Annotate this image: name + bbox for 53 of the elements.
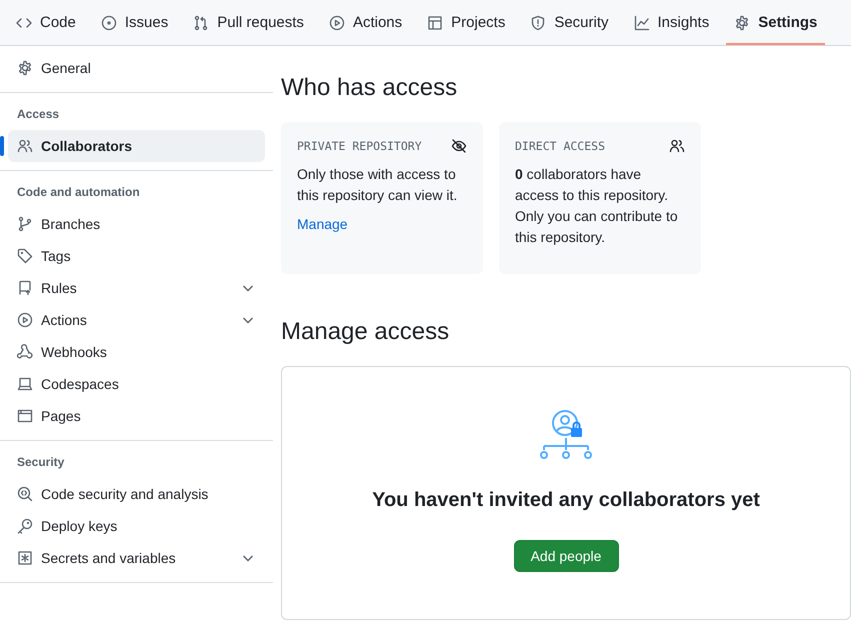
graph-icon: [634, 14, 650, 30]
eye-slash-icon: [451, 138, 467, 154]
section-title: Who has access: [281, 74, 458, 102]
table-icon: [427, 14, 444, 30]
people-icon: [17, 138, 33, 154]
sidebar-item[interactable]: Codespaces: [8, 368, 265, 400]
repo-tab[interactable]: Settings: [726, 0, 826, 45]
sidebar-item[interactable]: Actions: [8, 304, 265, 336]
sidebar-item[interactable]: Deploy keys: [8, 510, 265, 542]
webhook-icon: [17, 344, 33, 360]
card-text: Only those with access to this repository can view it.: [297, 165, 458, 205]
shield-icon: [530, 14, 546, 30]
tag-icon: [17, 248, 33, 264]
sidebar-item[interactable]: Rules: [8, 272, 265, 304]
empty-state-message: You haven't invited any collaborators yet: [372, 489, 760, 512]
sidebar-heading: Security: [16, 455, 66, 471]
code-scan-icon: [17, 486, 33, 502]
sidebar-item[interactable]: Tags: [8, 240, 265, 272]
play-icon: [17, 312, 33, 328]
rules-icon: [17, 280, 33, 296]
repo-tab[interactable]: Projects: [419, 0, 514, 45]
card-text: 0 collaborators have access to this repository. Only you can contribute to this repository.: [515, 165, 679, 247]
sidebar-item[interactable]: Webhooks: [8, 336, 265, 368]
repo-tab[interactable]: Code: [8, 0, 84, 45]
card-heading: DIRECT ACCESS: [515, 139, 606, 153]
laptop-icon: [17, 376, 33, 392]
sidebar-heading: Access: [16, 107, 60, 123]
card-heading: PRIVATE REPOSITORY: [297, 139, 422, 153]
key-icon: [17, 518, 33, 534]
sidebar-item[interactable]: Code security and analysis: [8, 478, 265, 510]
repo-tab[interactable]: Issues: [92, 0, 176, 45]
manage-link[interactable]: Manage: [297, 216, 348, 232]
add-people-button[interactable]: Add people: [514, 540, 618, 572]
people-icon: [669, 138, 685, 154]
asterisk-icon: [17, 550, 33, 566]
browser-icon: [17, 408, 33, 424]
sidebar-item[interactable]: General: [8, 52, 265, 84]
repo-tab[interactable]: Security: [522, 0, 617, 45]
issue-icon: [100, 14, 117, 30]
pull-request-icon: [193, 14, 210, 30]
play-icon: [328, 14, 345, 30]
sidebar-item[interactable]: Pages: [8, 400, 265, 432]
settings-icon: [17, 60, 33, 76]
repo-tab[interactable]: Pull requests: [185, 0, 312, 45]
repo-tab[interactable]: Insights: [626, 0, 718, 45]
repo-tab[interactable]: Actions: [320, 0, 410, 45]
settings-icon: [734, 14, 750, 30]
sidebar-item[interactable]: Branches: [8, 208, 265, 240]
branch-icon: [17, 216, 33, 232]
collaborator-lock-icon: [540, 409, 592, 461]
section-title: Manage access: [281, 318, 450, 346]
sidebar-item[interactable]: Secrets and variables: [8, 542, 265, 574]
sidebar-heading: Code and automation: [16, 185, 141, 201]
